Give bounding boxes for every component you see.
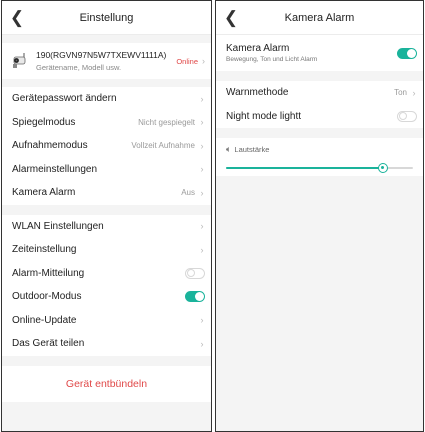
camera-alarm-subtitle: Bewegung, Ton und Licht Alarm [226,56,318,63]
chevron-right-icon: › [200,93,204,104]
volume-block: 🔈︎ Lautstärke [216,138,423,176]
device-info-row[interactable]: 190(RGVN97N5W7TXEWV1111A) Gerätename, Mo… [2,43,211,79]
menu-item-label: Zeiteinstellung [12,244,77,256]
chevron-right-icon: › [200,140,204,151]
volume-slider-fill [226,167,384,169]
chevron-right-icon: › [200,221,204,232]
back-button[interactable]: ❮ [8,7,26,29]
menu-item-alarm-settings[interactable]: Alarmeinstellungen › [2,158,211,182]
chevron-right-icon: › [202,56,205,66]
camera-alarm-toggle[interactable] [397,47,417,59]
menu-item-label: Kamera Alarm [12,187,76,199]
status-badge: Online [176,56,198,66]
settings-topbar: ❮ Einstellung [2,1,211,35]
chevron-right-icon: › [200,187,204,198]
menu-item-mirror-mode[interactable]: Spiegelmodus Nicht gespiegelt › [2,111,211,135]
device-name: 190(RGVN97N5W7TXEWV1111A) [36,50,167,60]
chevron-left-icon: ❮ [9,8,25,27]
volume-label: Lautstärke [234,145,270,154]
camera-alarm-header: Kamera Alarm Bewegung, Ton und Licht Ala… [216,35,423,71]
menu-item-value: Vollzeit Aufnahme [131,141,195,151]
menu-item-outdoor-mode: Outdoor-Modus [2,285,211,309]
outdoor-mode-toggle[interactable] [185,291,205,303]
camera-alarm-topbar: ❮ Kamera Alarm [216,1,423,35]
menu-item-password[interactable]: Gerätepasswort ändern › [2,87,211,111]
menu-item-label: Alarm-Mitteilung [12,267,85,279]
device-group: 190(RGVN97N5W7TXEWV1111A) Gerätename, Mo… [2,43,211,79]
chevron-right-icon: › [200,338,204,349]
menu-item-label: Aufnahmemodus [12,140,88,152]
chevron-right-icon: › [412,87,416,98]
menu-item-warn-method[interactable]: Warnmethode Ton › [216,81,423,105]
settings-group-1: Gerätepasswort ändern › Spiegelmodus Nic… [2,87,211,205]
chevron-right-icon: › [200,244,204,255]
menu-item-label: Gerätepasswort ändern [12,93,117,105]
menu-item-online-update[interactable]: Online-Update › [2,309,211,333]
speaker-icon: 🔈︎ [226,144,232,154]
menu-item-label: WLAN Einstellungen [12,220,104,232]
camera-alarm-title: Kamera Alarm [226,43,290,54]
menu-item-label: Warnmethode [226,87,289,99]
chevron-right-icon: › [200,315,204,326]
back-button[interactable]: ❮ [222,7,240,29]
settings-screen: ❮ Einstellung 190(RGVN97N5W7TXEWV1111A) … [1,0,212,432]
menu-item-label: Night mode lightt [226,110,302,122]
menu-item-alarm-notification: Alarm-Mitteilung [2,262,211,286]
menu-item-time[interactable]: Zeiteinstellung › [2,238,211,262]
device-subtitle: Gerätename, Modell usw. [36,63,122,72]
chevron-right-icon: › [200,164,204,175]
camera-icon [10,52,28,70]
chevron-left-icon: ❮ [223,8,239,27]
menu-item-recording-mode[interactable]: Aufnahmemodus Vollzeit Aufnahme › [2,134,211,158]
menu-item-night-mode: Night mode lightt [216,105,423,129]
menu-item-label: Online-Update [12,314,77,326]
volume-slider-thumb[interactable] [378,163,389,173]
volume-slider[interactable] [226,161,413,175]
menu-item-label: Das Gerät teilen [12,338,85,350]
camera-alarm-screen: ❮ Kamera Alarm Kamera Alarm Bewegung, To… [215,0,424,432]
menu-item-value: Nicht gespiegelt [138,117,195,127]
menu-item-value: Aus [181,188,195,198]
camera-alarm-options: Warnmethode Ton › Night mode lightt [216,81,423,128]
menu-item-camera-alarm[interactable]: Kamera Alarm Aus › [2,181,211,205]
page-title: Kamera Alarm [284,11,355,24]
page-title: Einstellung [79,11,134,24]
night-mode-toggle[interactable] [397,110,417,122]
menu-item-label: Outdoor-Modus [12,291,82,303]
alarm-notification-toggle[interactable] [185,267,205,279]
menu-item-share-device[interactable]: Das Gerät teilen › [2,332,211,356]
settings-group-2: WLAN Einstellungen › Zeiteinstellung › A… [2,214,211,356]
menu-item-wlan[interactable]: WLAN Einstellungen › [2,215,211,239]
menu-item-label: Alarmeinstellungen [12,163,98,175]
chevron-right-icon: › [200,117,204,128]
menu-item-label: Spiegelmodus [12,116,76,128]
menu-item-value: Ton [394,88,407,98]
unbind-device-button[interactable]: Gerät entbündeln [2,365,211,402]
